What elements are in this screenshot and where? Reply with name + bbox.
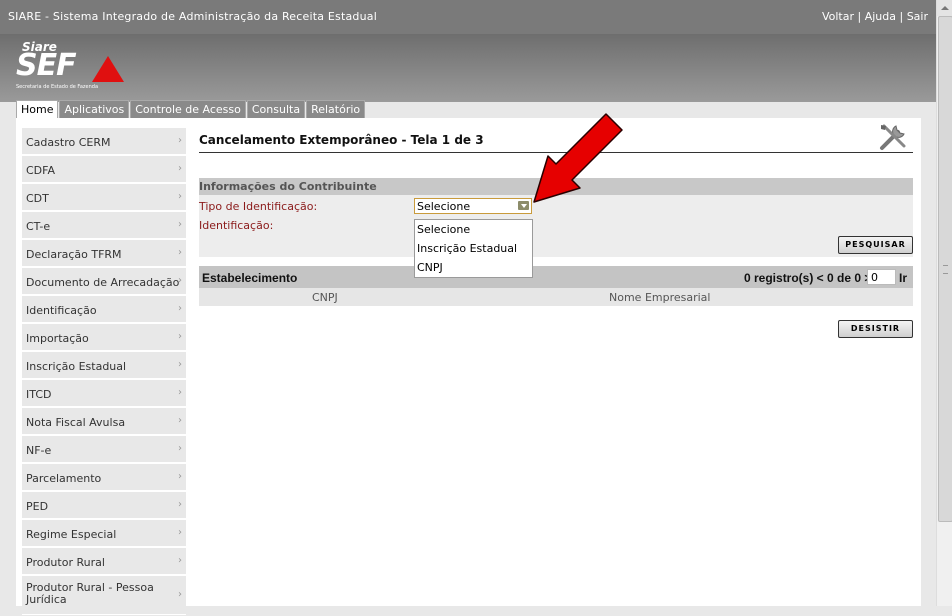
sidebar-item-documento-de-arrecadacao[interactable]: Documento de Arrecadação › xyxy=(22,268,186,295)
sidebar-item-declaracao-tfrm[interactable]: Declaração TFRM › xyxy=(22,240,186,267)
chevron-right-icon: › xyxy=(178,247,182,258)
app-title: SIARE - Sistema Integrado de Administraç… xyxy=(8,10,377,23)
sidebar-item-label: Identificação xyxy=(26,304,97,317)
chevron-right-icon: › xyxy=(178,135,182,146)
chevron-right-icon: › xyxy=(178,163,182,174)
sidebar: Cadastro CERM › CDFA › CDT › CT-e › Declaraç… xyxy=(22,128,186,616)
option-cnpj[interactable]: CNPJ xyxy=(415,258,532,277)
option-selecione[interactable]: Selecione xyxy=(415,220,532,239)
sidebar-item-label: Regime Especial xyxy=(26,528,117,541)
sidebar-item-label: ITCD xyxy=(26,388,52,401)
voltar-link[interactable]: Voltar xyxy=(822,10,854,23)
sair-link[interactable]: Sair xyxy=(907,10,928,23)
sidebar-item-label: Documento de Arrecadação xyxy=(26,276,180,289)
sidebar-item-itcd[interactable]: ITCD › xyxy=(22,380,186,407)
sidebar-item-label: Produtor Rural xyxy=(26,556,105,569)
sidebar-item-cdt[interactable]: CDT › xyxy=(22,184,186,211)
main-tabs: Home Aplicativos Controle de Acesso Consult… xyxy=(16,100,366,118)
sidebar-item-produtor-rural[interactable]: Produtor Rural › xyxy=(22,548,186,575)
sidebar-item-regime-especial[interactable]: Regime Especial › xyxy=(22,520,186,547)
chevron-right-icon: › xyxy=(178,499,182,510)
logo-subtitle: Secretaria de Estado de Fazenda xyxy=(16,84,99,90)
chevron-right-icon: › xyxy=(178,331,182,342)
page-title: Cancelamento Extemporâneo - Tela 1 de 3 xyxy=(199,133,484,147)
red-arrow-annotation-icon xyxy=(533,113,623,203)
chevron-right-icon: › xyxy=(178,387,182,398)
logo-triangle-icon xyxy=(92,56,124,82)
tools-icon xyxy=(880,124,906,150)
chevron-right-icon: › xyxy=(178,191,182,202)
chevron-right-icon: › xyxy=(178,275,182,286)
top-links: Voltar | Ajuda | Sair xyxy=(821,10,928,23)
sidebar-item-inscricao-estadual[interactable]: Inscrição Estadual › xyxy=(22,352,186,379)
chevron-right-icon: › xyxy=(178,359,182,370)
select-value: Selecione xyxy=(417,200,471,213)
sidebar-item-label: Parcelamento xyxy=(26,472,102,485)
identificacao-label: Identificação: xyxy=(199,219,274,232)
option-inscricao-estadual[interactable]: Inscrição Estadual xyxy=(415,239,532,258)
tab-consulta[interactable]: Consulta xyxy=(246,100,306,118)
section-title: Informações do Contribuinte xyxy=(199,180,377,193)
estabelecimento-header: Estabelecimento 0 registro(s) < 0 de 0 >… xyxy=(199,266,913,288)
ajuda-link[interactable]: Ajuda xyxy=(865,10,896,23)
sidebar-item-ped[interactable]: PED › xyxy=(22,492,186,519)
chevron-right-icon: › xyxy=(178,219,182,230)
scroll-up-icon[interactable] xyxy=(937,0,952,16)
tab-aplicativos[interactable]: Aplicativos xyxy=(59,100,130,118)
tab-controle-de-acesso[interactable]: Controle de Acesso xyxy=(130,100,246,118)
sidebar-item-label: CDT xyxy=(26,192,49,205)
vertical-scrollbar[interactable] xyxy=(936,0,952,606)
sidebar-item-label: Inscrição Estadual xyxy=(26,360,127,373)
scrollbar-thumb[interactable] xyxy=(938,16,952,522)
chevron-right-icon: › xyxy=(178,527,182,538)
sidebar-item-label: Produtor Rural - Pessoa Jurídica xyxy=(26,581,154,606)
tab-home[interactable]: Home xyxy=(16,100,59,118)
sef-logo: Siare SEF Secretaria de Estado de Fazend… xyxy=(16,40,128,96)
tab-relatorio[interactable]: Relatório xyxy=(306,100,366,118)
chevron-right-icon: › xyxy=(178,589,182,600)
chevron-right-icon: › xyxy=(178,415,182,426)
sidebar-item-label: NF-e xyxy=(26,444,52,457)
sidebar-item-label: Declaração TFRM xyxy=(26,248,122,261)
page-input-value: 0 xyxy=(871,271,878,284)
tipo-identificacao-dropdown: Selecione Inscrição Estadual CNPJ xyxy=(414,219,533,278)
table-header: CNPJ Nome Empresarial xyxy=(199,288,913,306)
chevron-right-icon: › xyxy=(178,471,182,482)
sidebar-item-label: Importação xyxy=(26,332,89,345)
sidebar-item-label: CT-e xyxy=(26,220,51,233)
column-cnpj: CNPJ xyxy=(312,291,338,304)
chevron-right-icon: › xyxy=(178,443,182,454)
sidebar-item-parcelamento[interactable]: Parcelamento › xyxy=(22,464,186,491)
header-banner xyxy=(0,34,936,102)
top-bar: SIARE - Sistema Integrado de Administraç… xyxy=(0,0,936,34)
tipo-identificacao-label: Tipo de Identificação: xyxy=(199,200,318,213)
sidebar-item-label: Nota Fiscal Avulsa xyxy=(26,416,126,429)
record-count: 0 registro(s) < 0 de 0 > xyxy=(744,271,872,285)
tipo-identificacao-select[interactable]: Selecione xyxy=(414,198,532,214)
page-input[interactable]: 0 xyxy=(867,269,896,285)
chevron-right-icon: › xyxy=(178,555,182,566)
sidebar-item-nota-fiscal-avulsa[interactable]: Nota Fiscal Avulsa › xyxy=(22,408,186,435)
sidebar-item-ct-e[interactable]: CT-e › xyxy=(22,212,186,239)
sidebar-item-importacao[interactable]: Importação › xyxy=(22,324,186,351)
sidebar-item-label: CDFA xyxy=(26,164,55,177)
go-link[interactable]: Ir xyxy=(899,271,907,285)
desistir-button[interactable]: DESISTIR xyxy=(838,320,913,338)
sidebar-item-label: Cadastro CERM xyxy=(26,136,111,149)
sidebar-item-nf-e[interactable]: NF-e › xyxy=(22,436,186,463)
grip-icon xyxy=(943,265,948,274)
sidebar-item-cadastro-cerm[interactable]: Cadastro CERM › xyxy=(22,128,186,155)
sidebar-item-cdfa[interactable]: CDFA › xyxy=(22,156,186,183)
estabelecimento-title: Estabelecimento xyxy=(202,271,298,285)
sidebar-item-identificacao[interactable]: Identificação › xyxy=(22,296,186,323)
chevron-right-icon: › xyxy=(178,303,182,314)
sidebar-item-label: PED xyxy=(26,500,49,513)
column-nome-empresarial: Nome Empresarial xyxy=(609,291,711,304)
logo-sef-text: SEF xyxy=(16,48,77,83)
sidebar-item-produtor-rural-pj[interactable]: Produtor Rural - Pessoa Jurídica › xyxy=(22,576,186,615)
pesquisar-button[interactable]: PESQUISAR xyxy=(838,236,913,254)
